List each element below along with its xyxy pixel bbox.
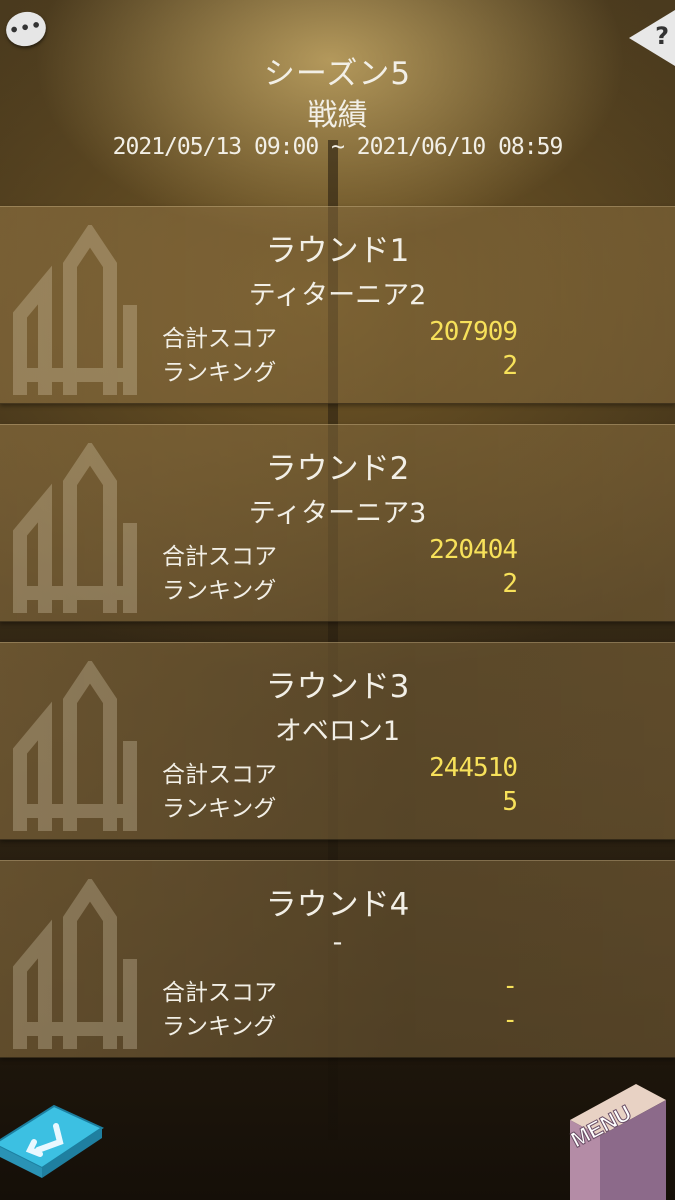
total-score-value: - — [502, 971, 518, 1001]
round-stage: ティターニア2 — [248, 280, 427, 311]
season-period: 2021/05/13 09:00 ~ 2021/06/10 08:59 — [112, 134, 564, 160]
season-title: シーズン5 — [263, 56, 412, 92]
ranking-value: 2 — [502, 569, 518, 599]
round-title: ラウンド3 — [265, 669, 410, 705]
menu-button[interactable]: MENU — [566, 1080, 670, 1200]
total-score-label: 合計スコア — [162, 762, 277, 788]
round-title: ラウンド2 — [265, 451, 410, 487]
ranking-label: ランキング — [162, 1014, 277, 1040]
back-button[interactable] — [0, 1098, 104, 1178]
total-score-value: 220404 — [429, 535, 518, 565]
round-card: ラウンド2 ティターニア3 合計スコア 220404 ランキング 2 — [0, 424, 675, 622]
ranking-label: ランキング — [162, 578, 277, 604]
total-score-label: 合計スコア — [162, 980, 277, 1006]
round-stage: ティターニア3 — [248, 498, 427, 529]
round-stage: - — [332, 927, 343, 958]
round-title: ラウンド4 — [265, 887, 410, 923]
total-score-label: 合計スコア — [162, 544, 277, 570]
total-score-value: 207909 — [429, 317, 518, 347]
ranking-value: - — [502, 1005, 518, 1035]
round-title: ラウンド1 — [265, 233, 410, 269]
total-score-label: 合計スコア — [162, 326, 277, 352]
round-stage: オベロン1 — [274, 716, 401, 747]
header: シーズン5 戦績 2021/05/13 09:00 ~ 2021/06/10 0… — [0, 0, 675, 205]
round-card: ラウンド3 オベロン1 合計スコア 244510 ランキング 5 — [0, 642, 675, 840]
ranking-value: 5 — [502, 787, 518, 817]
ranking-label: ランキング — [162, 360, 277, 386]
total-score-value: 244510 — [429, 753, 518, 783]
page-title: 戦績 — [307, 98, 368, 133]
round-card: ラウンド1 ティターニア2 合計スコア 207909 ランキング 2 — [0, 206, 675, 404]
round-card: ラウンド4 - 合計スコア - ランキング - — [0, 860, 675, 1058]
ranking-label: ランキング — [162, 796, 277, 822]
ranking-value: 2 — [502, 351, 518, 381]
